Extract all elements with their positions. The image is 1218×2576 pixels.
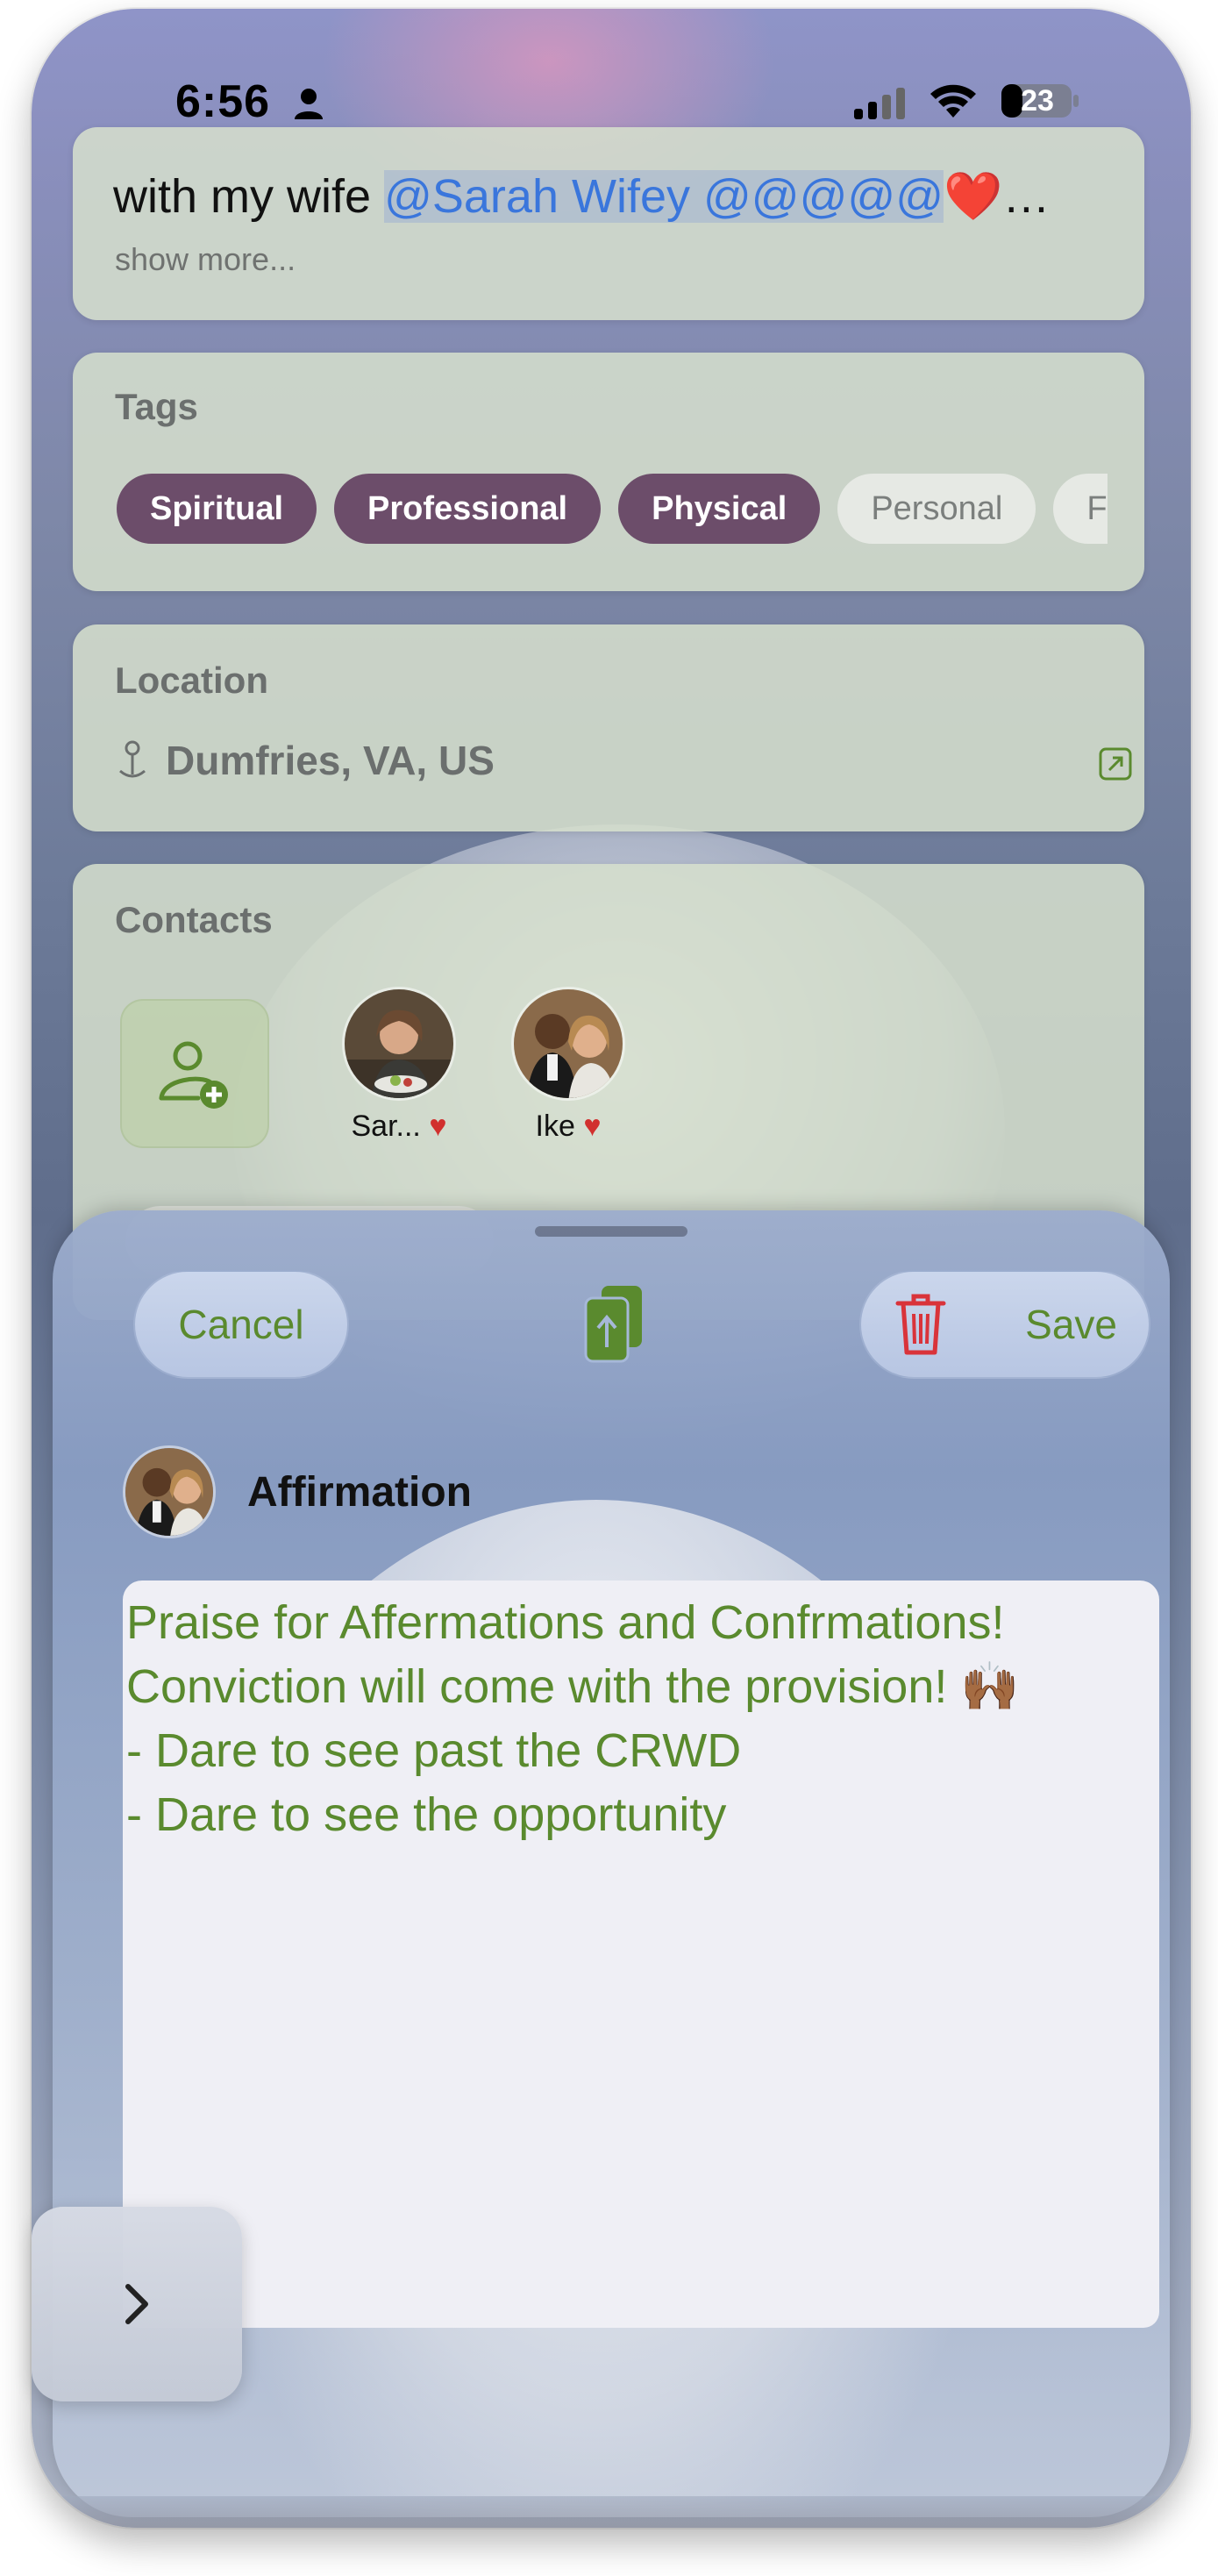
tags-list[interactable]: Spiritual Professional Physical Personal… <box>117 474 1108 547</box>
avatar <box>511 987 625 1101</box>
note-text-prefix: with my wife <box>113 170 385 223</box>
entry-header: Affirmation <box>123 1445 472 1538</box>
open-external-icon[interactable] <box>1099 747 1132 781</box>
add-contact-button[interactable] <box>120 999 269 1148</box>
add-contact-icon <box>159 1041 228 1109</box>
contact-name: Sar... <box>351 1110 421 1143</box>
contact-ike[interactable]: Ike ♥ <box>489 987 647 1144</box>
avatar[interactable] <box>123 1445 216 1538</box>
entry-text-editor[interactable]: Praise for Affermations and Confrmations… <box>123 1581 1159 2328</box>
bottom-edge <box>32 2496 1191 2528</box>
save-button[interactable]: Save <box>1025 1301 1117 1348</box>
status-time: 6:56 <box>175 76 271 127</box>
trash-icon[interactable] <box>894 1291 947 1358</box>
heart-emoji: ♥ <box>583 1110 602 1143</box>
entry-details-scroll[interactable]: with my wife @Sarah Wifey @@@@@❤️… show … <box>32 127 1191 1320</box>
sheet-grabber[interactable] <box>535 1226 687 1237</box>
tag-personal[interactable]: Personal <box>837 474 1036 544</box>
contact-name: Ike <box>535 1110 575 1143</box>
phone-screen: 6:56 23 with my wife @Sarah Wifey @@@@@❤… <box>32 9 1191 2528</box>
contact-sarah[interactable]: Sar... ♥ <box>320 987 478 1144</box>
tag-physical[interactable]: Physical <box>618 474 821 544</box>
location-value: Dumfries, VA, US <box>166 738 495 783</box>
tag-partial[interactable]: F <box>1053 474 1108 544</box>
note-text: with my wife @Sarah Wifey @@@@@❤️… <box>113 169 1050 225</box>
tags-card: Tags Spiritual Professional Physical Per… <box>73 353 1144 591</box>
avatar <box>342 987 456 1101</box>
note-ellipsis: … <box>1002 170 1051 223</box>
contact-label: Ike ♥ <box>489 1110 647 1144</box>
entry-type-label: Affirmation <box>247 1468 472 1516</box>
contacts-title: Contacts <box>115 899 273 940</box>
save-button-group: Save <box>859 1270 1150 1379</box>
tags-title: Tags <box>115 386 198 427</box>
battery-percentage: 23 <box>1021 84 1054 118</box>
heart-emoji: ❤️ <box>944 170 1003 223</box>
tag-spiritual[interactable]: Spiritual <box>117 474 317 544</box>
location-card: Location Dumfries, VA, US <box>73 624 1144 831</box>
heart-emoji: ♥ <box>429 1110 447 1143</box>
wifi-icon <box>930 84 976 118</box>
map-pin-icon <box>119 740 146 778</box>
note-card: with my wife @Sarah Wifey @@@@@❤️… show … <box>73 127 1144 320</box>
location-row[interactable]: Dumfries, VA, US <box>115 737 495 784</box>
expand-panel-button[interactable] <box>32 2207 242 2401</box>
share-upload-icon[interactable] <box>579 1282 649 1365</box>
show-more-link[interactable]: show more... <box>115 241 296 278</box>
cellular-signal-icon <box>854 88 905 119</box>
contact-label: Sar... ♥ <box>320 1110 478 1144</box>
note-mention[interactable]: @Sarah Wifey @@@@@ <box>384 170 944 223</box>
chevron-right-icon <box>125 2284 148 2324</box>
tag-professional[interactable]: Professional <box>334 474 602 544</box>
person-icon <box>295 89 323 119</box>
cancel-button[interactable]: Cancel <box>133 1270 349 1379</box>
location-title: Location <box>115 660 268 701</box>
